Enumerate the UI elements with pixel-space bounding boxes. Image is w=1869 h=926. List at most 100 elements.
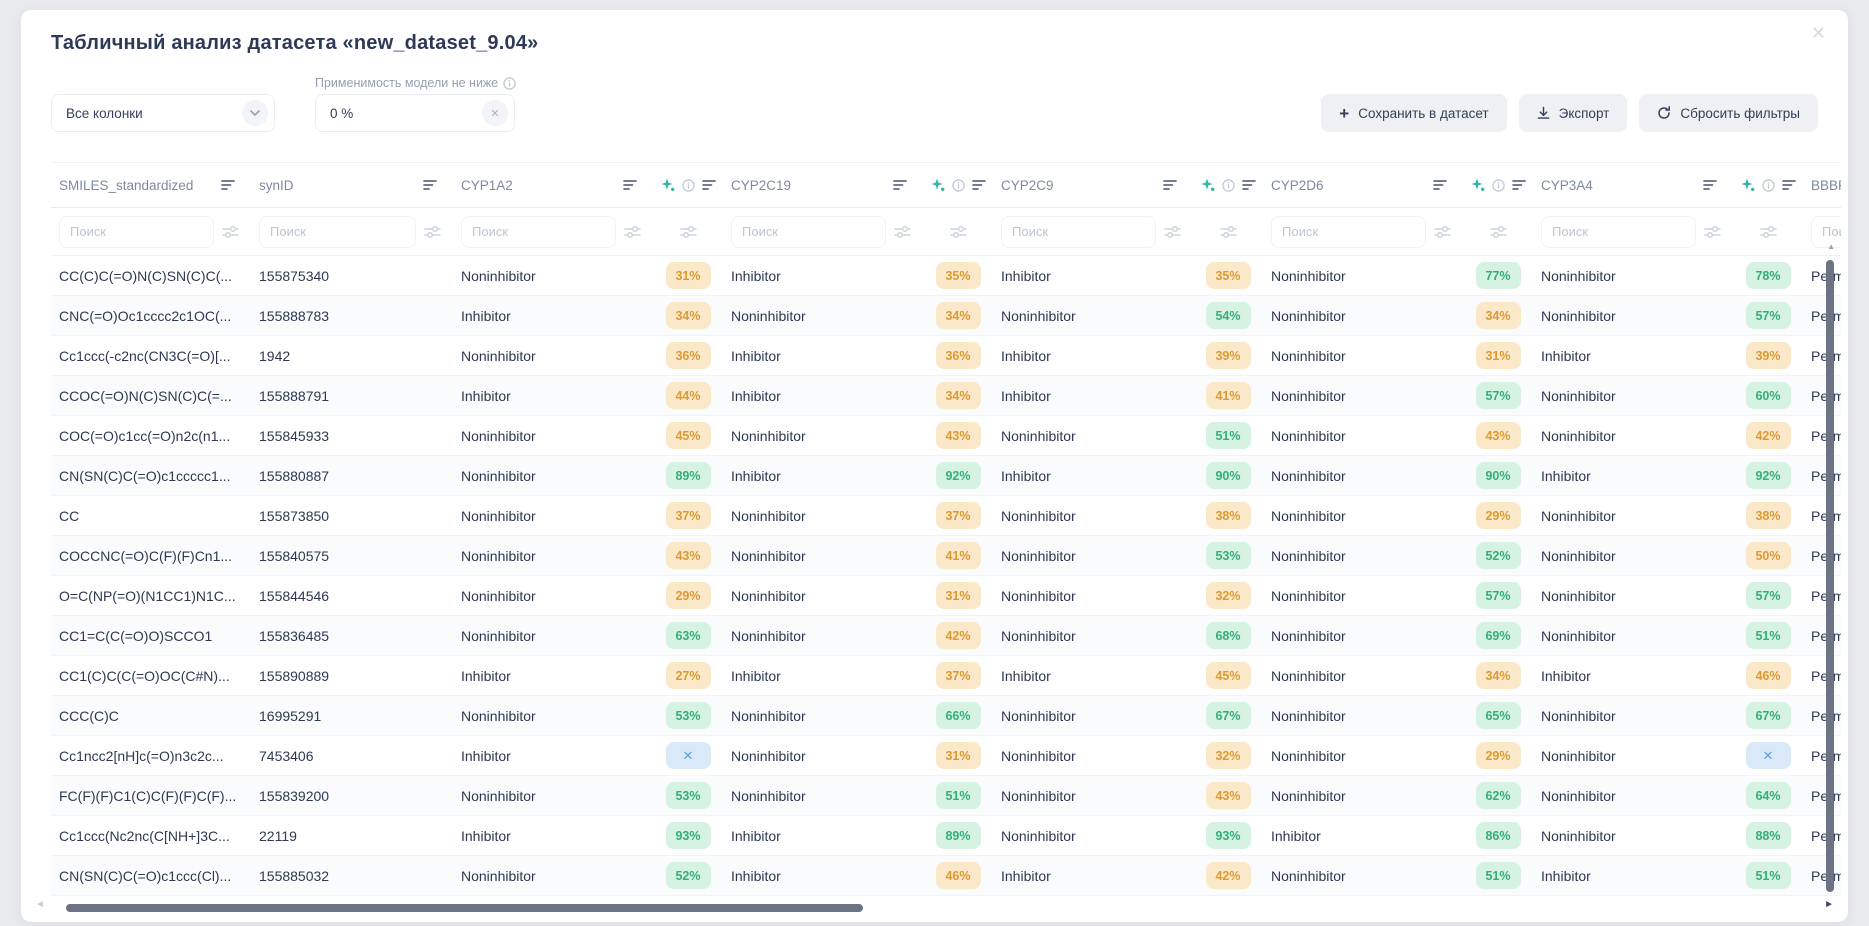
confidence-badge: 92% (1745, 462, 1791, 489)
reset-filters-button[interactable]: Сбросить фильтры (1639, 94, 1818, 132)
table-row[interactable]: Cc1ncc2[nH]c(=O)n3c2c... 7453406 Inhibitor… (51, 736, 1841, 776)
sort-filter-icon[interactable] (701, 179, 716, 191)
filter-cell-cyp1a2-confidence (653, 208, 723, 255)
scroll-up-icon[interactable]: ▲ (1827, 242, 1835, 251)
cell-cyp2c19-confidence: 31% (923, 736, 993, 775)
scroll-right-icon[interactable]: ► (1824, 899, 1834, 910)
search-input[interactable] (270, 224, 405, 239)
confidence-badge: 77% (1475, 262, 1521, 289)
filter-settings-icon[interactable] (1759, 225, 1777, 239)
scroll-left-icon[interactable]: ◄ (35, 899, 45, 910)
vertical-scrollbar[interactable] (1826, 260, 1834, 892)
page-title: Табличный анализ датасета «new_dataset_9… (51, 32, 539, 54)
chevron-down-icon[interactable] (242, 100, 268, 126)
column-header-label: CYP3A4 (1541, 177, 1593, 193)
table-row[interactable]: Cc1ccc(Nc2nc(C[NH+]3C... 22119 Inhibitor 93… (51, 816, 1841, 856)
table-row[interactable]: CC 155873850 Noninhibitor 37% Noninhibitor 37… (51, 496, 1841, 536)
search-input[interactable] (1012, 224, 1145, 239)
table-row[interactable]: CCC(C)C 16995291 Noninhibitor 53% Noninhibit… (51, 696, 1841, 736)
search-input[interactable] (1822, 224, 1841, 239)
table-row[interactable]: COC(=O)c1cc(=O)n2c(n1... 155845933 Noninhi… (51, 416, 1841, 456)
cell-cyp3a4-confidence: 50% (1733, 536, 1803, 575)
cell-cyp2c9: Inhibitor (1001, 347, 1051, 364)
filter-settings-icon[interactable] (949, 225, 967, 239)
table-row[interactable]: CC(C)C(=O)N(C)SN(C)C(... 155875340 Noninhi… (51, 256, 1841, 296)
sort-filter-icon[interactable] (623, 179, 637, 191)
sort-filter-icon[interactable] (1511, 179, 1526, 191)
table-row[interactable]: FC(F)(F)C1(C)C(F)(F)C(F)... 155839200 Noni… (51, 776, 1841, 816)
cell-smiles: FC(F)(F)C1(C)C(F)(F)C(F)... (59, 787, 237, 804)
filter-settings-icon[interactable] (1489, 225, 1507, 239)
table-row[interactable]: CC1=C(C(=O)O)SCCO1 155836485 Noninhibitor 6… (51, 616, 1841, 656)
cell-smiles: COCCNC(=O)C(F)(F)Cn1... (59, 547, 233, 564)
filter-settings-icon[interactable] (624, 225, 641, 239)
table-row[interactable]: CN(SN(C)C(=O)c1ccccc1... 155880887 Noninhi… (51, 456, 1841, 496)
cell-cyp3a4: Noninhibitor (1541, 827, 1616, 844)
filter-settings-icon[interactable] (1434, 225, 1451, 239)
export-button[interactable]: Экспорт (1518, 94, 1628, 132)
table-row[interactable]: CC1(C)C(C(=O)OC(C#N)... 155890889 Inhibito… (51, 656, 1841, 696)
sort-filter-icon[interactable] (1241, 179, 1256, 191)
cell-cyp1a2: Noninhibitor (461, 867, 536, 884)
sort-filter-icon[interactable] (221, 179, 235, 191)
table-row[interactable]: CN(SN(C)C(=O)c1ccc(Cl)... 155885032 Noninh… (51, 856, 1841, 896)
sort-filter-icon[interactable] (893, 179, 907, 191)
search-input[interactable] (1552, 224, 1685, 239)
save-to-dataset-button[interactable]: + Сохранить в датасет (1321, 94, 1507, 132)
sort-filter-icon[interactable] (1433, 179, 1447, 191)
applicability-input[interactable] (330, 105, 460, 121)
filter-settings-icon[interactable] (894, 225, 911, 239)
confidence-badge: 45% (1205, 662, 1251, 689)
info-icon (1491, 178, 1505, 192)
cell-cyp2c9-confidence: 41% (1193, 376, 1263, 415)
confidence-badge: 35% (935, 262, 981, 289)
cell-cyp1a2: Noninhibitor (461, 507, 536, 524)
table-row[interactable]: Cc1ccc(-c2nc(CN3C(=O)[... 1942 Noninhibito… (51, 336, 1841, 376)
filter-cell-cyp2d6-confidence (1463, 208, 1533, 255)
filter-settings-icon[interactable] (1164, 225, 1181, 239)
cell-cyp3a4: Noninhibitor (1541, 787, 1616, 804)
cell-smiles: CC1=C(C(=O)O)SCCO1 (59, 627, 213, 644)
close-icon[interactable]: ✕ (1811, 24, 1826, 42)
cell-cyp1a2: Inhibitor (461, 307, 511, 324)
table-row[interactable]: O=C(NP(=O)(N1CC1)N1C... 155844546 Noninhib… (51, 576, 1841, 616)
cell-smiles: CNC(=O)Oc1cccc2c1OC(... (59, 307, 232, 324)
search-input[interactable] (70, 224, 203, 239)
sort-filter-icon[interactable] (1781, 179, 1796, 191)
horizontal-scrollbar[interactable] (66, 904, 863, 912)
cell-cyp2c9-confidence: 51% (1193, 416, 1263, 455)
sort-filter-icon[interactable] (423, 179, 437, 191)
cell-cyp2d6-confidence: 29% (1463, 736, 1533, 775)
confidence-badge: 29% (1475, 742, 1521, 769)
filter-settings-icon[interactable] (424, 225, 441, 239)
filter-settings-icon[interactable] (1704, 225, 1721, 239)
confidence-badge: 41% (935, 542, 981, 569)
confidence-badge: 65% (1475, 702, 1521, 729)
filter-settings-icon[interactable] (222, 225, 239, 239)
table-row[interactable]: CCOC(=O)N(C)SN(C)C(=... 155888791 Inhibito… (51, 376, 1841, 416)
search-input[interactable] (742, 224, 875, 239)
sort-filter-icon[interactable] (1163, 179, 1177, 191)
cell-smiles: CCC(C)C (59, 707, 119, 724)
confidence-badge: 29% (1475, 502, 1521, 529)
clear-icon[interactable]: ✕ (482, 100, 508, 126)
cell-cyp2d6: Noninhibitor (1271, 467, 1346, 484)
confidence-badge: 51% (1475, 862, 1521, 889)
columns-select[interactable]: Все колонки (51, 94, 275, 132)
sort-filter-icon[interactable] (971, 179, 986, 191)
filter-cell-cyp1a2 (453, 208, 653, 255)
confidence-badge: 29% (665, 582, 711, 609)
cell-cyp3a4-confidence: 46% (1733, 656, 1803, 695)
table-row[interactable]: CNC(=O)Oc1cccc2c1OC(... 155888783 Inhibito… (51, 296, 1841, 336)
cell-synid: 155845933 (259, 427, 330, 444)
cell-cyp2c19: Inhibitor (731, 667, 781, 684)
table-row[interactable]: COCCNC(=O)C(F)(F)Cn1... 155840575 Noninhib… (51, 536, 1841, 576)
search-input[interactable] (1282, 224, 1415, 239)
filter-settings-icon[interactable] (1219, 225, 1237, 239)
confidence-badge: 31% (935, 582, 981, 609)
cell-cyp2c19-confidence: 37% (923, 656, 993, 695)
sort-filter-icon[interactable] (1703, 179, 1717, 191)
filter-settings-icon[interactable] (679, 225, 697, 239)
cell-cyp2c9: Inhibitor (1001, 387, 1051, 404)
search-input[interactable] (472, 224, 605, 239)
